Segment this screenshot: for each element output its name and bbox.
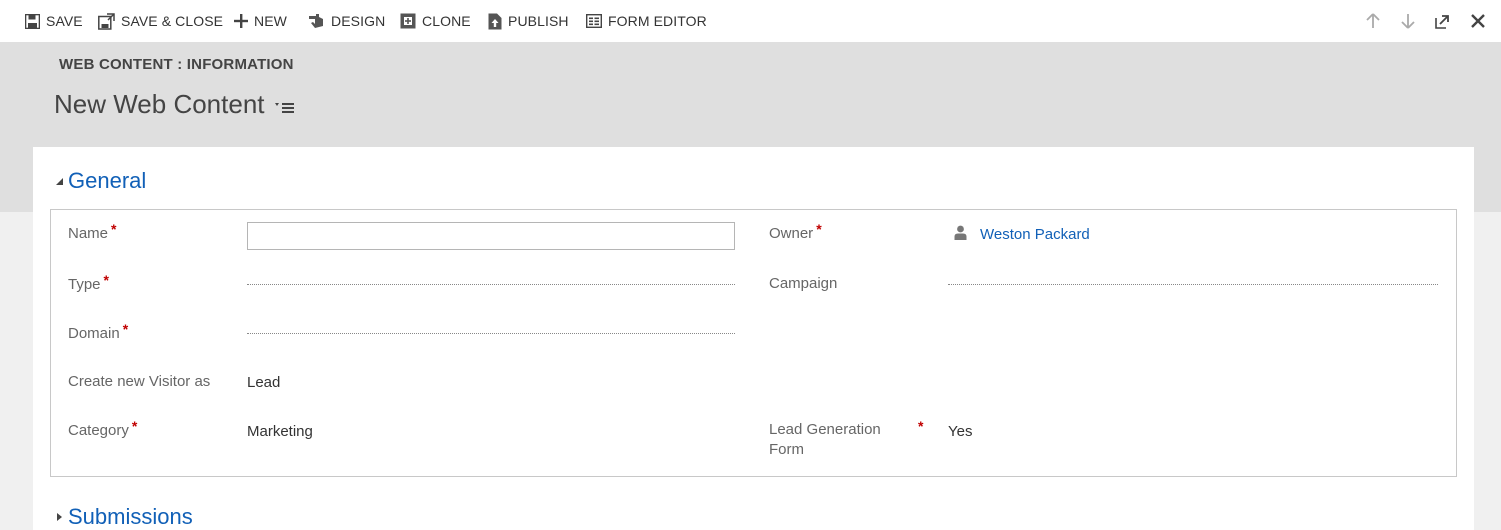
publish-button[interactable]: PUBLISH: [488, 0, 569, 42]
category-value[interactable]: Marketing: [247, 423, 313, 440]
record-navigation: [1355, 0, 1495, 42]
clone-label: CLONE: [422, 13, 471, 29]
arrow-up-icon: [1365, 13, 1380, 28]
section-general-toggle[interactable]: General: [55, 168, 146, 194]
form-editor-button[interactable]: FORM EDITOR: [586, 0, 707, 42]
collapse-caret-icon: [55, 171, 68, 191]
plus-icon: [234, 14, 248, 28]
save-and-close-button[interactable]: SAVE & CLOSE: [98, 0, 223, 42]
required-marker: *: [918, 418, 924, 434]
form-selector-icon: [274, 103, 294, 113]
save-and-close-label: SAVE & CLOSE: [121, 13, 224, 29]
form-editor-label: FORM EDITOR: [608, 13, 707, 29]
required-marker: *: [111, 221, 117, 237]
design-label: DESIGN: [331, 13, 386, 29]
design-hand-icon: [309, 14, 323, 28]
owner-link[interactable]: Weston Packard: [980, 226, 1090, 243]
clone-button[interactable]: CLONE: [400, 0, 471, 42]
popout-button[interactable]: [1425, 0, 1460, 42]
campaign-label: Campaign: [769, 275, 838, 292]
section-submissions-toggle[interactable]: Submissions: [55, 504, 193, 530]
domain-label: Domain *: [68, 321, 129, 342]
type-label: Type *: [68, 272, 109, 293]
name-label: Name *: [68, 221, 117, 242]
floppy-disk-icon: [25, 13, 40, 29]
required-marker: *: [816, 221, 822, 237]
publish-label: PUBLISH: [508, 13, 569, 29]
type-lookup-field[interactable]: [247, 284, 735, 285]
previous-record-button[interactable]: [1355, 0, 1390, 42]
form-editor-icon: [586, 14, 602, 28]
expand-caret-icon: [55, 507, 68, 527]
record-title-text: New Web Content: [54, 89, 265, 119]
clone-icon: [400, 13, 416, 29]
publish-icon: [488, 13, 502, 29]
command-bar: SAVE SAVE & CLOSE NEW DESIGN CLONE PUBLI…: [0, 0, 1501, 42]
section-submissions-title: Submissions: [68, 504, 193, 529]
name-input[interactable]: [247, 222, 735, 250]
close-form-button[interactable]: [1460, 0, 1495, 42]
record-title: New Web Content: [54, 87, 295, 122]
lead-gen-form-label: Lead Generation Form: [769, 421, 881, 458]
required-marker: *: [131, 418, 138, 434]
new-label: NEW: [254, 13, 287, 29]
create-visitor-label: Create new Visitor as: [68, 373, 211, 390]
required-marker: *: [103, 272, 109, 288]
domain-lookup-field[interactable]: [247, 333, 735, 334]
required-marker: *: [122, 321, 129, 337]
person-icon: [954, 225, 967, 240]
category-label: Category *: [68, 418, 138, 439]
create-visitor-value[interactable]: Lead: [247, 374, 280, 391]
popout-icon: [1435, 14, 1449, 29]
lead-gen-form-value[interactable]: Yes: [948, 423, 972, 440]
next-record-button[interactable]: [1390, 0, 1425, 42]
close-icon: [1470, 14, 1485, 28]
section-general-title: General: [68, 168, 147, 193]
campaign-lookup-field[interactable]: [948, 284, 1438, 285]
entity-form-label: WEB CONTENT : INFORMATION: [59, 56, 294, 73]
owner-label: Owner *: [769, 221, 822, 242]
new-button[interactable]: NEW: [234, 0, 287, 42]
save-close-icon: [98, 12, 115, 30]
save-button[interactable]: SAVE: [25, 0, 83, 42]
form-selector-button[interactable]: [274, 91, 295, 122]
arrow-down-icon: [1400, 14, 1415, 29]
save-label: SAVE: [46, 13, 83, 29]
design-button[interactable]: DESIGN: [307, 0, 385, 42]
